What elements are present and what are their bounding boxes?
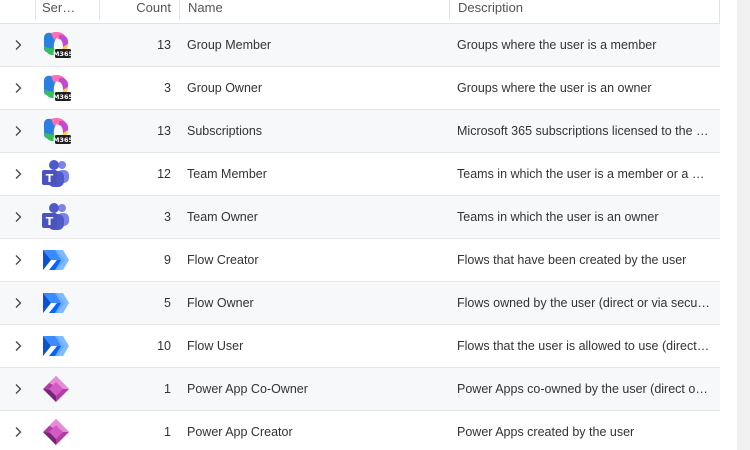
service-cell: M365: [35, 116, 99, 146]
table-row[interactable]: 10 Flow User Flows that the user is allo…: [0, 325, 720, 368]
table-row[interactable]: T 3 Team Owner Teams in which the user i…: [0, 196, 720, 239]
name-cell: Flow Creator: [187, 253, 259, 267]
header-count[interactable]: Count: [99, 0, 179, 19]
service-grid: Ser… Count Name Description M365 13 Grou…: [0, 0, 720, 450]
chevron-right-icon: [15, 427, 21, 437]
count-cell: 12: [157, 167, 171, 181]
description-cell: Teams in which the user is an owner: [457, 210, 659, 224]
name-cell: Team Owner: [187, 210, 258, 224]
expand-button[interactable]: [0, 39, 35, 51]
service-cell: [35, 331, 99, 361]
count-cell: 5: [164, 296, 171, 310]
power-apps-icon: [41, 417, 71, 447]
name-cell: Subscriptions: [187, 124, 263, 138]
expand-button[interactable]: [0, 125, 35, 137]
power-automate-icon: [41, 245, 71, 275]
count-cell: 10: [157, 339, 171, 353]
svg-text:T: T: [46, 172, 54, 185]
description-cell: Flows that the user is allowed to use (d…: [457, 339, 713, 353]
expand-button[interactable]: [0, 340, 35, 352]
header-name[interactable]: Name: [179, 0, 449, 19]
chevron-right-icon: [15, 40, 21, 50]
power-apps-icon: [41, 374, 71, 404]
expand-button[interactable]: [0, 383, 35, 395]
name-cell: Power App Co-Owner: [187, 382, 308, 396]
table-row[interactable]: 9 Flow Creator Flows that have been crea…: [0, 239, 720, 282]
power-automate-icon: [41, 288, 71, 318]
table-row[interactable]: M365 13 Group Member Groups where the us…: [0, 24, 720, 67]
description-cell: Teams in which the user is a member or a…: [457, 167, 719, 181]
service-cell: [35, 245, 99, 275]
expand-button[interactable]: [0, 426, 35, 438]
count-cell: 3: [164, 81, 171, 95]
table-row[interactable]: 5 Flow Owner Flows owned by the user (di…: [0, 282, 720, 325]
chevron-right-icon: [15, 169, 21, 179]
count-cell: 1: [164, 425, 171, 439]
m365-icon: M365: [41, 73, 71, 103]
count-cell: 1: [164, 382, 171, 396]
table-row[interactable]: 1 Power App Co-Owner Power Apps co-owned…: [0, 368, 720, 411]
description-cell: Flows owned by the user (direct or via s…: [457, 296, 717, 310]
header-description[interactable]: Description: [449, 0, 720, 19]
m365-icon: M365: [41, 30, 71, 60]
expand-button[interactable]: [0, 82, 35, 94]
service-cell: [35, 417, 99, 447]
service-cell: [35, 374, 99, 404]
description-cell: Flows that have been created by the user: [457, 253, 687, 267]
expand-button[interactable]: [0, 211, 35, 223]
power-automate-icon: [41, 331, 71, 361]
description-cell: Microsoft 365 subscriptions licensed to …: [457, 124, 716, 138]
description-cell: Power Apps created by the user: [457, 425, 635, 439]
service-cell: M365: [35, 73, 99, 103]
name-cell: Flow Owner: [187, 296, 254, 310]
chevron-right-icon: [15, 83, 21, 93]
grid-body: M365 13 Group Member Groups where the us…: [0, 24, 720, 450]
count-cell: 13: [157, 38, 171, 52]
svg-text:M365: M365: [53, 136, 71, 144]
svg-text:M365: M365: [53, 93, 71, 101]
svg-text:M365: M365: [53, 50, 71, 58]
description-cell: Groups where the user is an owner: [457, 81, 652, 95]
header-expand-column: [0, 0, 35, 19]
name-cell: Flow User: [187, 339, 244, 353]
description-cell: Power Apps co-owned by the user (direct …: [457, 382, 716, 396]
table-row[interactable]: M365 3 Group Owner Groups where the user…: [0, 67, 720, 110]
chevron-right-icon: [15, 384, 21, 394]
table-row[interactable]: M365 13 Subscriptions Microsoft 365 subs…: [0, 110, 720, 153]
svg-text:T: T: [46, 215, 54, 228]
expand-button[interactable]: [0, 168, 35, 180]
m365-icon: M365: [41, 116, 71, 146]
count-cell: 13: [157, 124, 171, 138]
chevron-right-icon: [15, 341, 21, 351]
name-cell: Group Owner: [187, 81, 263, 95]
table-row[interactable]: T 12 Team Member Teams in which the user…: [0, 153, 720, 196]
count-cell: 9: [164, 253, 171, 267]
chevron-right-icon: [15, 126, 21, 136]
chevron-right-icon: [15, 255, 21, 265]
chevron-right-icon: [15, 298, 21, 308]
teams-icon: T: [41, 202, 71, 232]
name-cell: Power App Creator: [187, 425, 293, 439]
table-row[interactable]: 1 Power App Creator Power Apps created b…: [0, 411, 720, 450]
vertical-scrollbar[interactable]: [737, 0, 750, 450]
teams-icon: T: [41, 159, 71, 189]
expand-button[interactable]: [0, 254, 35, 266]
service-cell: T: [35, 202, 99, 232]
header-service[interactable]: Ser…: [35, 0, 99, 19]
service-cell: M365: [35, 30, 99, 60]
service-cell: T: [35, 159, 99, 189]
service-cell: [35, 288, 99, 318]
count-cell: 3: [164, 210, 171, 224]
expand-button[interactable]: [0, 297, 35, 309]
name-cell: Group Member: [187, 38, 272, 52]
grid-header: Ser… Count Name Description: [0, 0, 720, 24]
chevron-right-icon: [15, 212, 21, 222]
name-cell: Team Member: [187, 167, 267, 181]
description-cell: Groups where the user is a member: [457, 38, 657, 52]
